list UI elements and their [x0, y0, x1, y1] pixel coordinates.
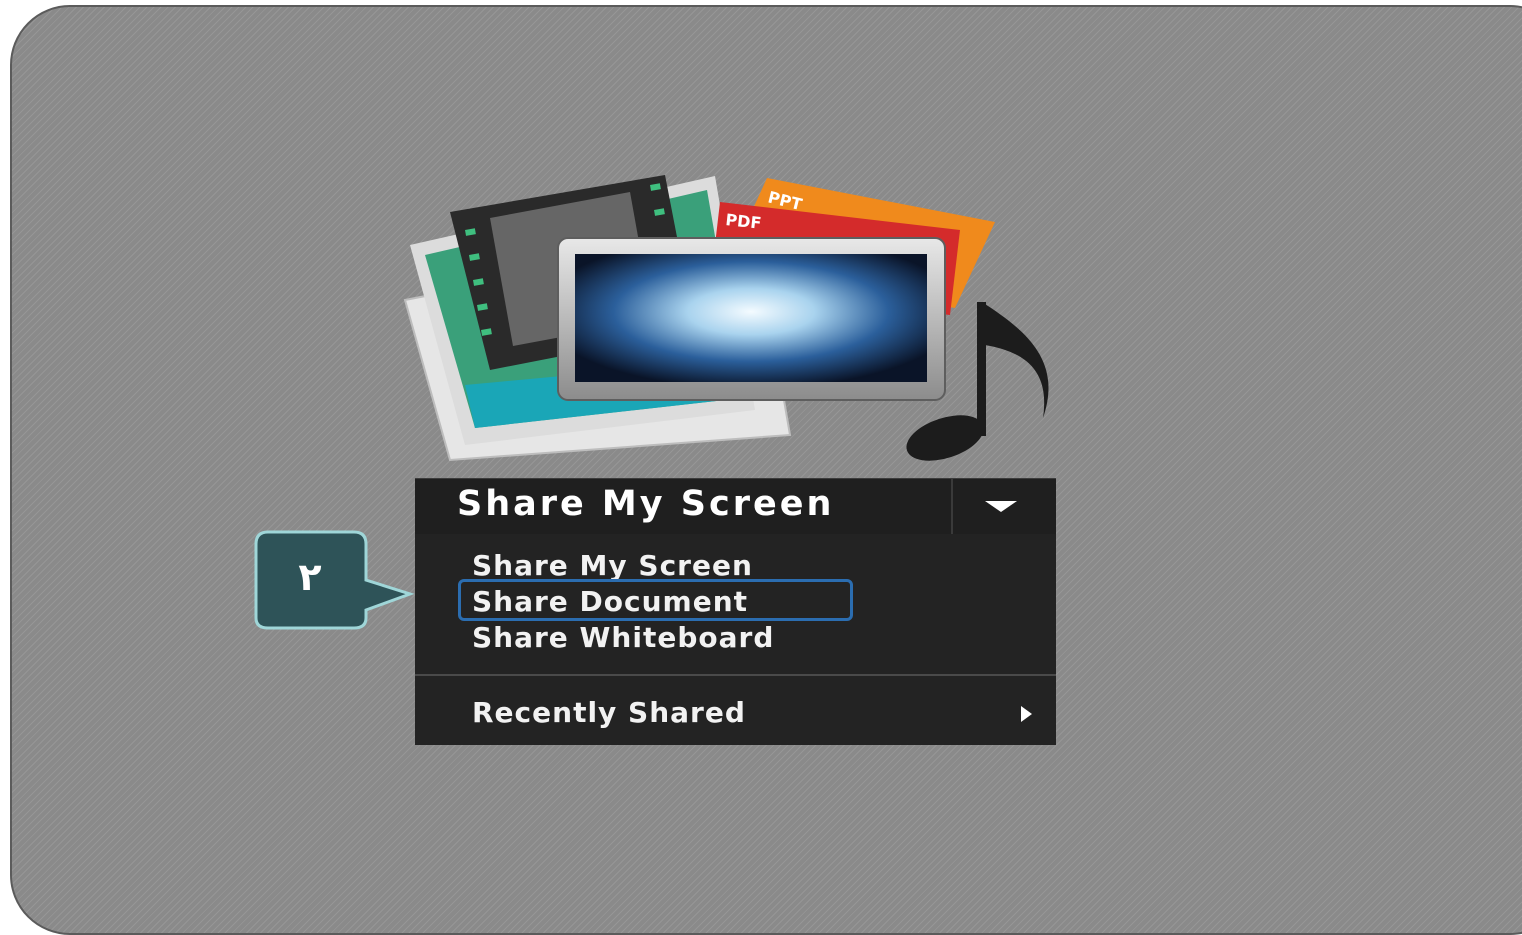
- menu-item-share-my-screen[interactable]: Share My Screen: [472, 549, 753, 582]
- step-number-label: ٢: [298, 555, 322, 599]
- share-document-highlight: [458, 579, 853, 621]
- share-my-screen-button[interactable]: Share My Screen: [415, 478, 1056, 535]
- background-panel: [10, 5, 1522, 935]
- menu-divider: [415, 674, 1056, 676]
- share-dropdown-menu: Share My Screen Share Document Share Whi…: [415, 534, 1056, 745]
- share-content-illustration-icon: PPT PDF: [403, 175, 1049, 462]
- share-button-label: Share My Screen: [457, 484, 835, 524]
- menu-item-recently-shared[interactable]: Recently Shared: [472, 696, 746, 729]
- submenu-arrow-icon: [1021, 706, 1032, 722]
- svg-text:PDF: PDF: [725, 210, 763, 233]
- dropdown-toggle-button[interactable]: [951, 479, 1056, 535]
- menu-item-share-whiteboard[interactable]: Share Whiteboard: [472, 621, 774, 654]
- chevron-down-icon: [985, 501, 1017, 512]
